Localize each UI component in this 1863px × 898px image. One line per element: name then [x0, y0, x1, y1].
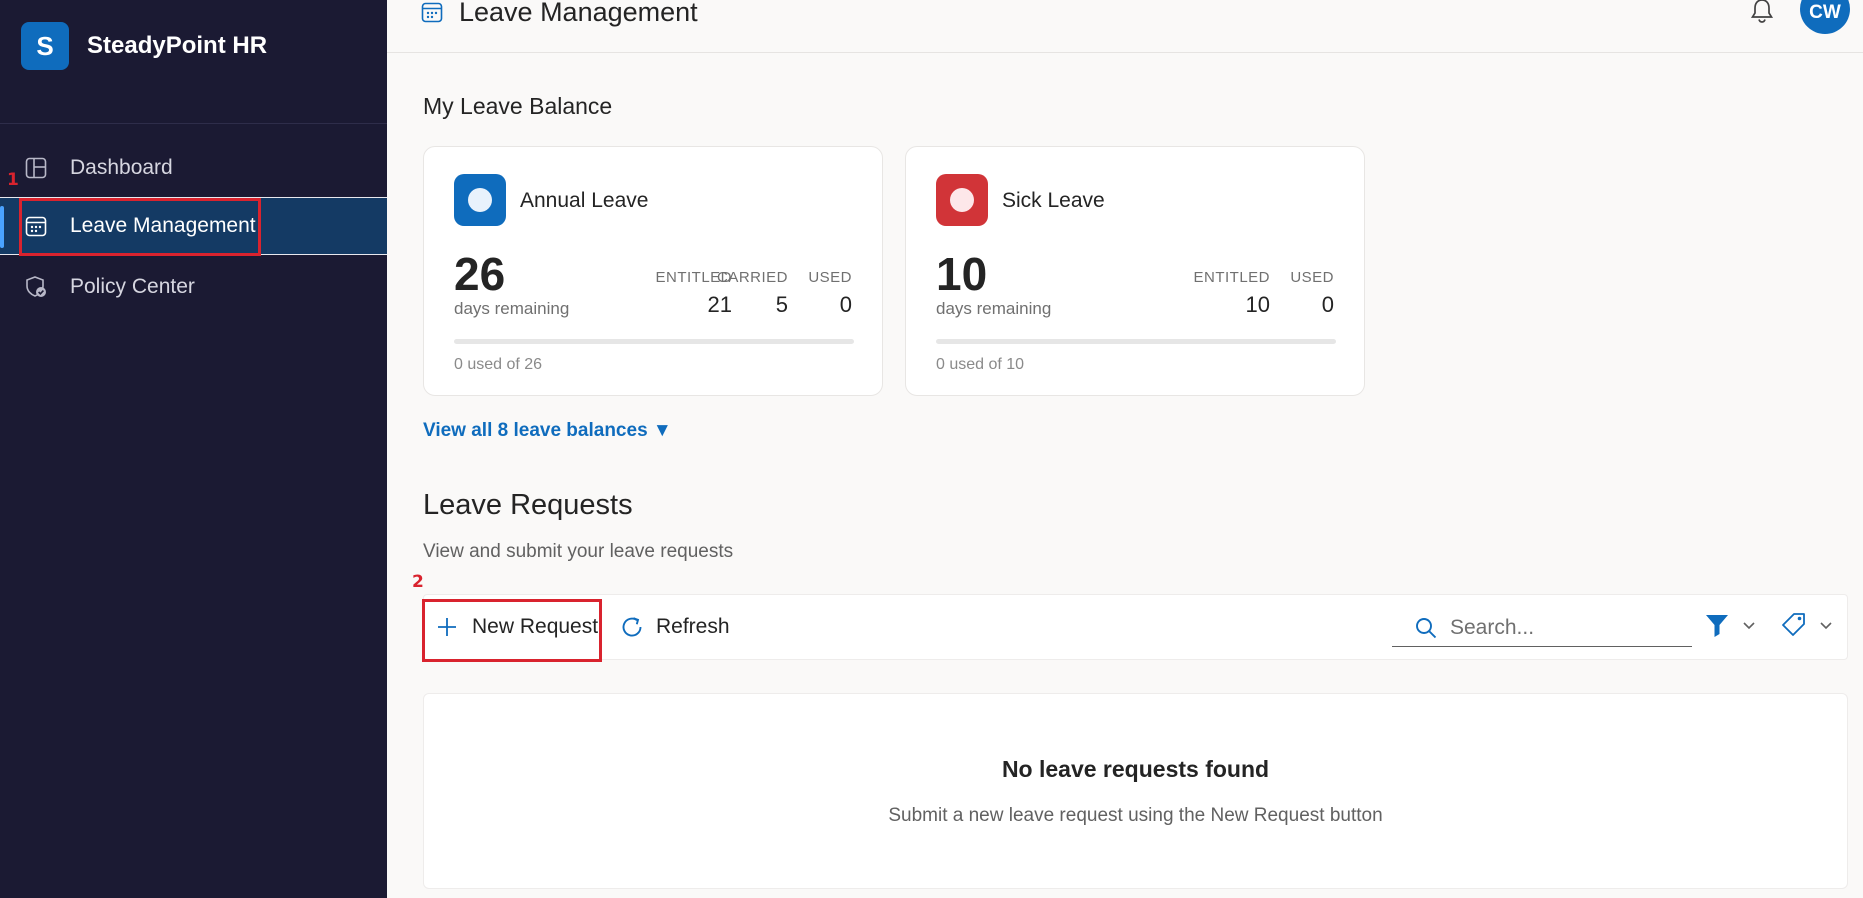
- view-all-balances-link[interactable]: View all 8 leave balances ▼: [423, 420, 672, 442]
- leave-card-annual: Annual Leave 26 days remaining ENTITLED …: [423, 146, 883, 396]
- remaining-label: days remaining: [936, 299, 1052, 318]
- sidebar-item-policy-center[interactable]: Policy Center: [0, 258, 387, 316]
- refresh-icon: [618, 613, 646, 641]
- stat-used: USED 0: [808, 269, 852, 318]
- sidebar: S SteadyPoint HR Dashboard Leave Managem…: [0, 0, 387, 898]
- search-placeholder: Search...: [1450, 615, 1535, 639]
- brand: S SteadyPoint HR: [21, 22, 267, 70]
- remaining-label: days remaining: [454, 299, 570, 318]
- requests-subtitle: View and submit your leave requests: [423, 541, 734, 562]
- used-of-text: 0 used of 26: [454, 356, 543, 373]
- card-name: Sick Leave: [1002, 189, 1105, 212]
- stat-value: 10: [1245, 292, 1270, 317]
- stat-label: CARRIED: [716, 269, 788, 286]
- annotation-box-2: [422, 599, 602, 662]
- empty-state-text: Submit a new leave request using the New…: [888, 805, 1383, 826]
- stat-entitled: ENTITLED 10: [1193, 269, 1270, 318]
- page-title: Leave Management: [459, 0, 698, 27]
- leave-card-sick: Sick Leave 10 days remaining ENTITLED 10…: [905, 146, 1365, 396]
- sidebar-item-label: Dashboard: [70, 156, 173, 179]
- search-icon: [1414, 616, 1438, 640]
- calendar-icon: [421, 1, 443, 28]
- avatar[interactable]: CW: [1800, 0, 1850, 34]
- requests-toolbar: New Request Refresh Search...: [422, 594, 1848, 662]
- stat-label: USED: [808, 269, 852, 286]
- sidebar-item-dashboard[interactable]: Dashboard: [0, 139, 387, 197]
- refresh-button[interactable]: Refresh: [618, 595, 730, 659]
- chevron-down-icon: [1818, 617, 1834, 633]
- requests-section-title: Leave Requests: [423, 489, 633, 521]
- sidebar-divider: [0, 123, 387, 124]
- brand-name: SteadyPoint HR: [87, 32, 268, 59]
- remaining-days: 26: [454, 248, 506, 300]
- stat-label: USED: [1290, 269, 1334, 286]
- stat-carried: CARRIED 5: [717, 269, 788, 318]
- filter-dropdown[interactable]: [1703, 611, 1757, 639]
- stat-value: 0: [1321, 292, 1334, 317]
- annotation-number-2: 2: [412, 572, 424, 592]
- circle-icon: [936, 174, 988, 226]
- circle-icon: [454, 174, 506, 226]
- stat-value: 0: [839, 292, 852, 317]
- card-name: Annual Leave: [520, 189, 649, 212]
- balance-section-title: My Leave Balance: [423, 93, 613, 119]
- stat-value: 5: [775, 292, 788, 317]
- page-header: Leave Management CW: [387, 0, 1863, 53]
- empty-state-title: No leave requests found: [1001, 756, 1270, 782]
- chevron-down-icon: [1741, 617, 1757, 633]
- tag-dropdown[interactable]: [1780, 611, 1834, 639]
- sidebar-item-label: Policy Center: [70, 275, 195, 298]
- stat-label: ENTITLED: [1193, 269, 1270, 286]
- brand-logo: S: [21, 22, 69, 70]
- remaining-days: 10: [936, 248, 988, 300]
- shield-check-icon: [24, 275, 48, 299]
- filter-icon: [1703, 611, 1731, 639]
- tag-icon: [1780, 611, 1808, 639]
- empty-state: No leave requests found Submit a new lea…: [423, 693, 1848, 889]
- used-of-text: 0 used of 10: [936, 356, 1025, 373]
- refresh-label: Refresh: [656, 615, 730, 638]
- dashboard-icon: [24, 156, 48, 180]
- usage-progress-bar: [936, 339, 1336, 344]
- annotation-box-1: [19, 198, 261, 256]
- search-input[interactable]: Search...: [1392, 609, 1692, 647]
- usage-progress-bar: [454, 339, 854, 344]
- bell-icon[interactable]: [1748, 0, 1776, 30]
- stat-used: USED 0: [1290, 269, 1334, 318]
- annotation-number-1: 1: [7, 170, 19, 190]
